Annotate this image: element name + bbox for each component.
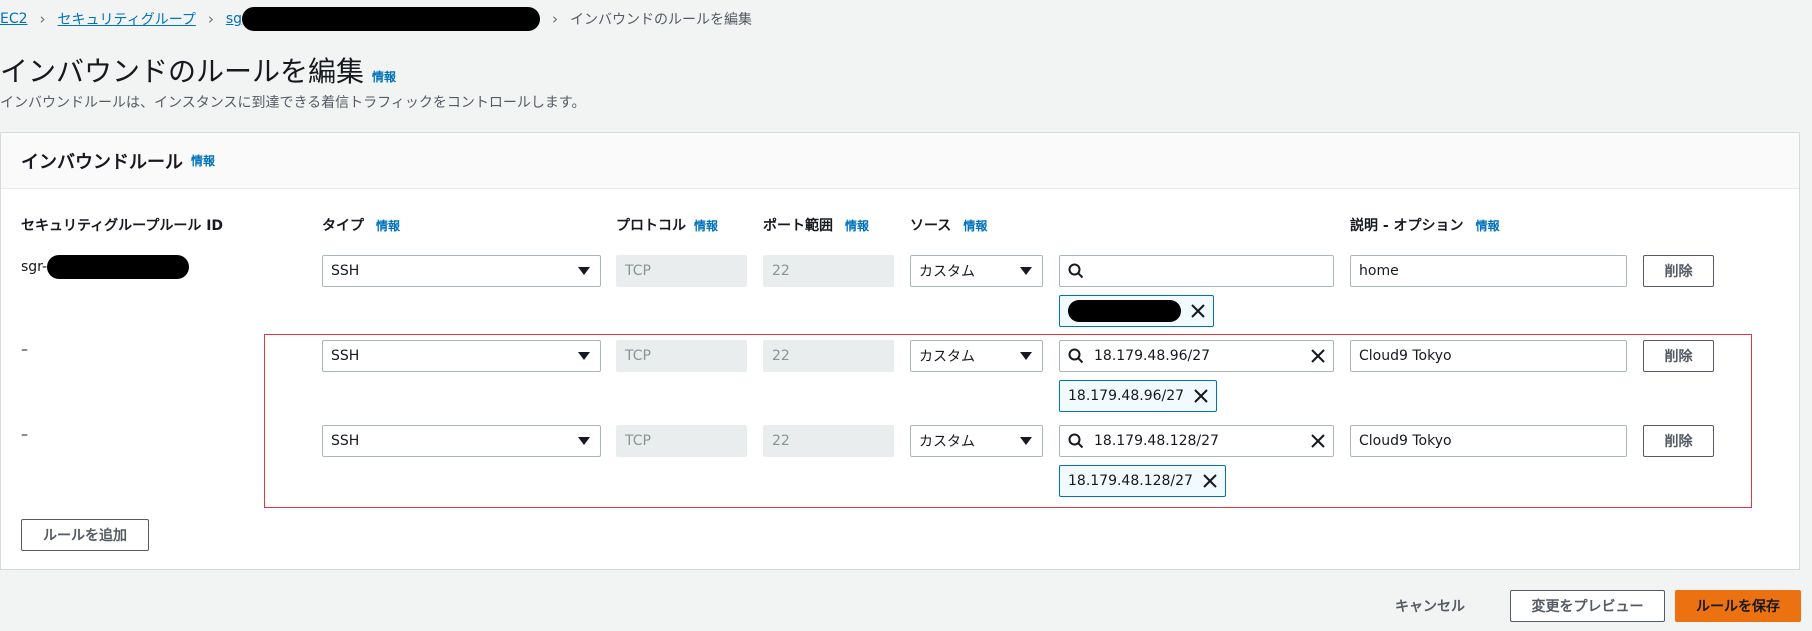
col-header-protocol: プロトコル 情報 <box>616 215 718 235</box>
type-select-value: SSH <box>331 263 360 279</box>
save-rules-button[interactable]: ルールを保存 <box>1675 590 1801 622</box>
col-header-source: ソース 情報 <box>910 215 987 235</box>
search-icon <box>1068 263 1084 279</box>
preview-changes-button[interactable]: 変更をプレビュー <box>1510 590 1665 622</box>
redaction-mark <box>47 255 190 279</box>
rule-id-text: sgr- <box>21 259 48 275</box>
caret-down-icon <box>578 267 590 275</box>
rule-id-cell: sgr- <box>21 255 190 279</box>
page-title-text: インバウンドのルールを編集 <box>0 55 365 88</box>
breadcrumb-sg-prefix[interactable]: sg <box>226 11 242 27</box>
source-search-left <box>1068 263 1094 279</box>
rule-id-cell: – <box>21 340 28 360</box>
source-token <box>1059 295 1214 327</box>
col-header-description-label: 説明 - オプション <box>1350 218 1464 234</box>
cancel-link[interactable]: キャンセル <box>1395 590 1465 622</box>
col-header-type: タイプ 情報 <box>322 215 400 235</box>
annotation-highlight-box <box>264 334 1752 508</box>
chevron-right-icon: › <box>39 10 46 28</box>
chevron-right-icon: › <box>207 10 214 28</box>
page-title: インバウンドのルールを編集 情報 <box>0 50 396 90</box>
panel-title: インバウンドルール <box>21 151 183 173</box>
col-header-rule-id-label: セキュリティグループルール ID <box>21 218 224 234</box>
redaction-mark <box>1068 300 1181 322</box>
panel-header: インバウンドルール 情報 <box>1 133 1799 189</box>
protocol-field: TCP <box>616 255 747 287</box>
col-header-description: 説明 - オプション 情報 <box>1350 215 1500 235</box>
breadcrumb-current: インバウンドのルールを編集 <box>570 12 753 28</box>
close-icon[interactable] <box>1191 304 1205 318</box>
caret-down-icon <box>1020 267 1032 275</box>
protocol-info-link[interactable]: 情報 <box>694 217 718 234</box>
page-description: インバウンドルールは、インスタンスに到達できる着信トラフィックをコントロールしま… <box>0 95 586 111</box>
col-header-rule-id: セキュリティグループルール ID <box>21 215 223 235</box>
panel-info-link[interactable]: 情報 <box>191 152 215 169</box>
col-header-source-label: ソース <box>910 218 952 234</box>
col-header-protocol-label: プロトコル <box>616 218 686 234</box>
port-range-field: 22 <box>763 255 894 287</box>
source-type-value: カスタム <box>919 264 975 280</box>
breadcrumb: EC2 › セキュリティグループ › sg › インバウンドのルールを編集 <box>0 7 753 31</box>
port-info-link[interactable]: 情報 <box>845 217 869 234</box>
breadcrumb-ec2[interactable]: EC2 <box>0 11 28 27</box>
type-info-link[interactable]: 情報 <box>376 217 400 234</box>
delete-button[interactable]: 削除 <box>1643 255 1714 287</box>
source-type-select[interactable]: カスタム <box>910 255 1043 287</box>
col-header-type-label: タイプ <box>322 218 364 234</box>
rule-id-text: – <box>21 427 28 443</box>
cancel-label: キャンセル <box>1395 599 1465 615</box>
type-select[interactable]: SSH <box>322 255 601 287</box>
add-rule-button[interactable]: ルールを追加 <box>21 519 149 551</box>
col-header-port-range: ポート範囲 情報 <box>763 215 869 235</box>
breadcrumb-security-group[interactable]: sg <box>226 7 541 31</box>
redaction-mark <box>242 7 541 31</box>
col-header-port-range-label: ポート範囲 <box>763 218 833 234</box>
description-info-link[interactable]: 情報 <box>1476 217 1500 234</box>
breadcrumb-security-groups[interactable]: セキュリティグループ <box>58 9 196 29</box>
chevron-right-icon: › <box>552 10 559 28</box>
page-info-link[interactable]: 情報 <box>372 68 396 85</box>
source-info-link[interactable]: 情報 <box>963 217 987 234</box>
description-input[interactable]: home <box>1350 255 1627 287</box>
rule-id-text: – <box>21 342 28 358</box>
source-search-input[interactable] <box>1059 255 1334 287</box>
rule-id-cell: – <box>21 425 28 445</box>
